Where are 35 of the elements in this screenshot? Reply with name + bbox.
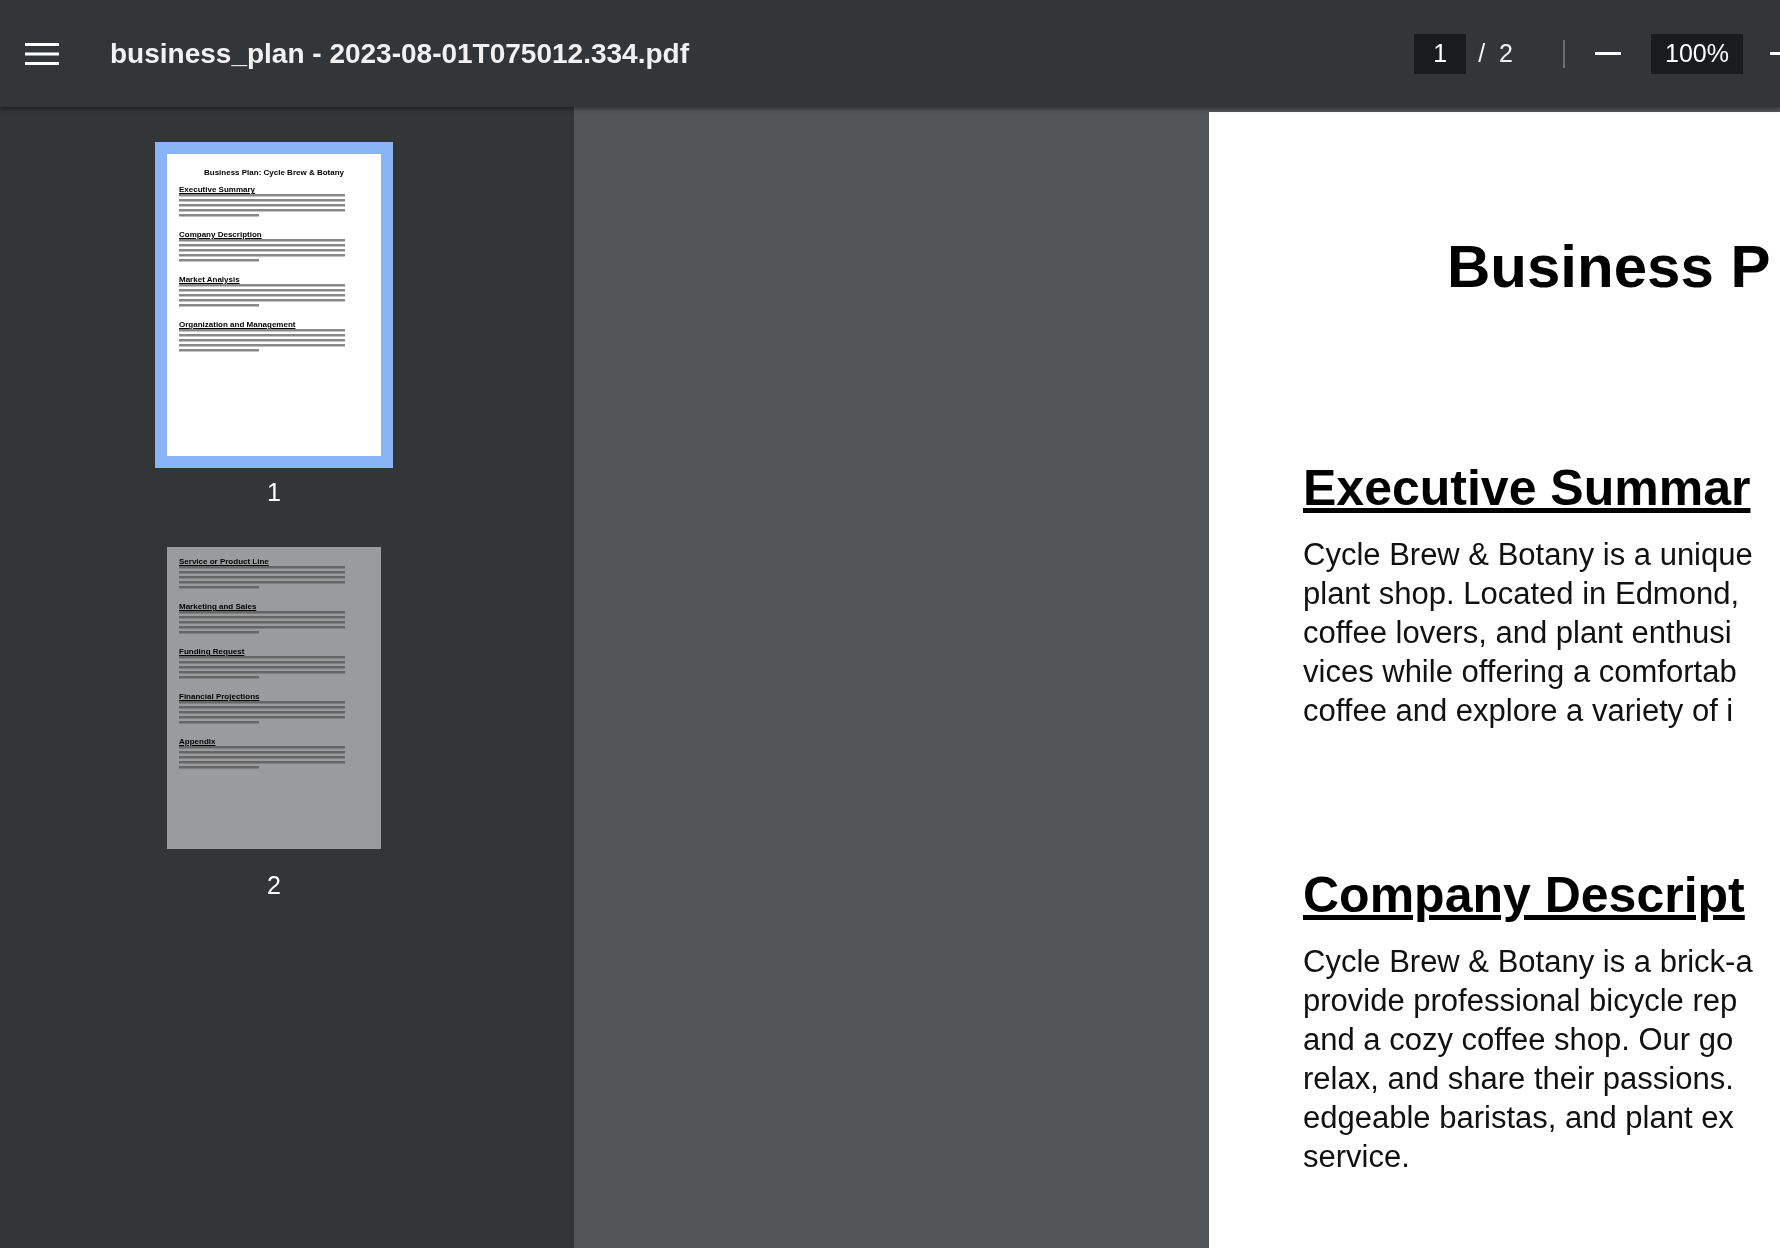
- thumbnail-heading: Executive Summary: [179, 187, 257, 192]
- thumbnail-label: 1: [267, 478, 281, 507]
- paragraph-line: plant shop. Located in Edmond,: [1303, 575, 1741, 613]
- page-count: / 2: [1478, 39, 1513, 68]
- minus-icon: [1595, 51, 1621, 56]
- thumbnail-heading: Company Description: [179, 232, 263, 237]
- menu-icon: [25, 40, 59, 67]
- page-number-field[interactable]: 1: [1414, 33, 1467, 74]
- paragraph-line: Cycle Brew & Botany is a unique: [1303, 536, 1754, 574]
- paragraph-line: vices while offering a comfortab: [1303, 653, 1738, 691]
- thumbnail-heading: Financial Projections: [179, 694, 261, 699]
- thumbnail-heading: Organization and Management: [179, 322, 297, 327]
- paragraph-line: Cycle Brew & Botany is a brick-a: [1303, 943, 1754, 981]
- thumbnail-heading: Funding Request: [179, 649, 246, 654]
- thumbnail-heading: Appendix: [179, 739, 217, 744]
- section-heading: Executive Summar: [1303, 459, 1752, 517]
- section-heading: Company Descript: [1303, 866, 1746, 924]
- menu-button[interactable]: [25, 40, 59, 67]
- thumbnail-heading: Service or Product Line: [179, 559, 270, 564]
- plus-icon: [1770, 51, 1780, 56]
- paragraph-line: service.: [1303, 1138, 1411, 1176]
- thumbnail-title: Business Plan: Cycle Brew & Botany: [202, 170, 345, 175]
- page-thumbnail[interactable]: Business Plan: Cycle Brew & Botany Executive Summary Company Description Market Analysis Organization and Management: [155, 142, 393, 468]
- paragraph-line: and a cozy coffee shop. Our go: [1303, 1021, 1735, 1059]
- paragraph-line: provide professional bicycle rep: [1303, 982, 1739, 1020]
- zoom-field[interactable]: 100%: [1651, 33, 1743, 74]
- thumbnail-label: 2: [267, 871, 281, 900]
- paragraph-line: edgeable baristas, and plant ex: [1303, 1099, 1735, 1137]
- thumbnail-heading: Marketing and Sales: [179, 604, 258, 609]
- paragraph-line: relax, and share their passions.: [1303, 1060, 1735, 1098]
- paragraph-line: coffee lovers, and plant enthusi: [1303, 614, 1733, 652]
- paragraph-line: coffee and explore a variety of i: [1303, 692, 1735, 730]
- thumbnail-heading: Market Analysis: [179, 277, 241, 282]
- document-title: business_plan - 2023-08-01T075012.334.pdf: [110, 37, 689, 70]
- page-title: Business P: [1447, 232, 1772, 301]
